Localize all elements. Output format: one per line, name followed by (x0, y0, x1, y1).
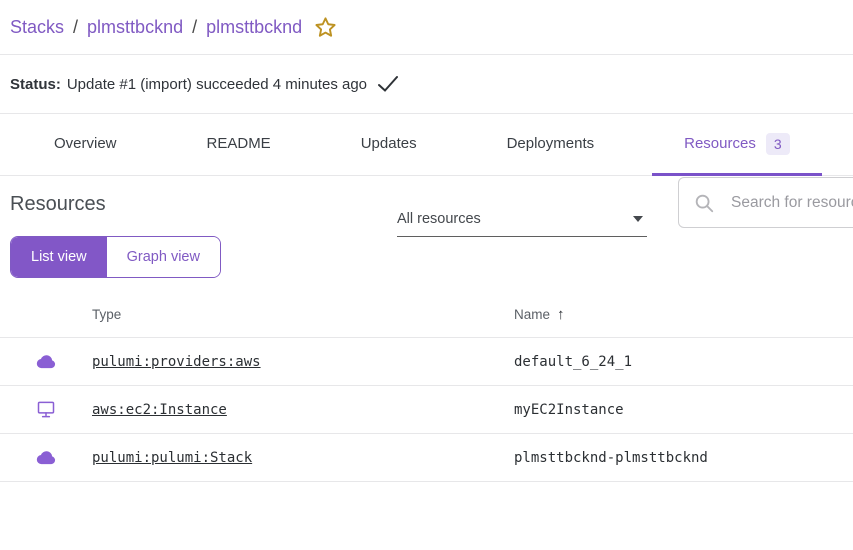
resource-filter-select[interactable]: All resources (397, 211, 647, 237)
view-toggle: List view Graph view (10, 236, 221, 278)
table-row: pulumi:pulumi:Stack plmsttbcknd-plmsttbc… (0, 434, 853, 482)
table-header-row: Type Name ↑ (0, 291, 853, 338)
tab-readme[interactable]: README (175, 114, 303, 176)
resources-controls: Resources All resources List view Graph … (0, 176, 853, 291)
search-icon (693, 192, 715, 214)
resource-name: default_6_24_1 (514, 353, 633, 370)
table-row: pulumi:providers:aws default_6_24_1 (0, 338, 853, 386)
resource-type-link[interactable]: pulumi:providers:aws (92, 354, 261, 370)
tab-deployments[interactable]: Deployments (475, 114, 627, 176)
tab-label: Deployments (506, 135, 595, 152)
list-view-button[interactable]: List view (11, 237, 107, 277)
stack-tabs: Overview README Updates Deployments Reso… (0, 114, 853, 176)
resource-type-link[interactable]: pulumi:pulumi:Stack (92, 450, 252, 466)
status-label: Status: (10, 75, 61, 93)
breadcrumb: Stacks / plmsttbcknd / plmsttbcknd (10, 17, 302, 38)
tab-label: Overview (54, 135, 117, 152)
table-row: aws:ec2:Instance myEC2Instance (0, 386, 853, 434)
tab-resources[interactable]: Resources 3 (652, 114, 822, 176)
tab-updates[interactable]: Updates (329, 114, 449, 176)
breadcrumb-separator: / (192, 16, 198, 37)
breadcrumb-bar: Stacks / plmsttbcknd / plmsttbcknd (0, 0, 853, 55)
breadcrumb-project-link[interactable]: plmsttbcknd (87, 17, 183, 38)
sort-ascending-icon: ↑ (557, 305, 565, 323)
tab-label: README (206, 135, 271, 152)
resources-count-badge: 3 (765, 132, 790, 155)
page-title: Resources (10, 193, 106, 215)
type-header-label: Type (92, 306, 122, 322)
breadcrumb-separator: / (73, 16, 79, 37)
chevron-down-icon (633, 216, 643, 222)
status-bar: Status: Update #1 (import) succeeded 4 m… (0, 55, 853, 114)
name-header-label: Name (514, 306, 551, 322)
success-check-icon (377, 75, 399, 93)
resource-name: plmsttbcknd-plmsttbcknd (514, 449, 708, 466)
resource-filter-value: All resources (397, 211, 481, 227)
favorite-star-icon[interactable] (314, 16, 337, 39)
resources-table: Type Name ↑ pulumi:providers:aws default… (0, 291, 853, 482)
tab-overview[interactable]: Overview (22, 114, 149, 176)
status-text: Update #1 (import) succeeded 4 minutes a… (66, 75, 368, 93)
tab-label: Resources (684, 135, 756, 152)
resource-type-link[interactable]: aws:ec2:Instance (92, 402, 227, 418)
monitor-icon (0, 401, 92, 418)
breadcrumb-stack-link[interactable]: plmsttbcknd (206, 17, 302, 38)
tab-label: Updates (360, 135, 417, 152)
search-input[interactable] (731, 193, 853, 212)
resource-search-box (678, 177, 853, 228)
resource-name: myEC2Instance (514, 401, 624, 418)
breadcrumb-stacks-link[interactable]: Stacks (10, 17, 64, 38)
graph-view-button[interactable]: Graph view (106, 237, 220, 277)
name-column-header[interactable]: Name ↑ (514, 306, 853, 323)
type-column-header[interactable]: Type (92, 307, 514, 322)
cloud-icon (0, 354, 92, 369)
cloud-icon (0, 450, 92, 465)
